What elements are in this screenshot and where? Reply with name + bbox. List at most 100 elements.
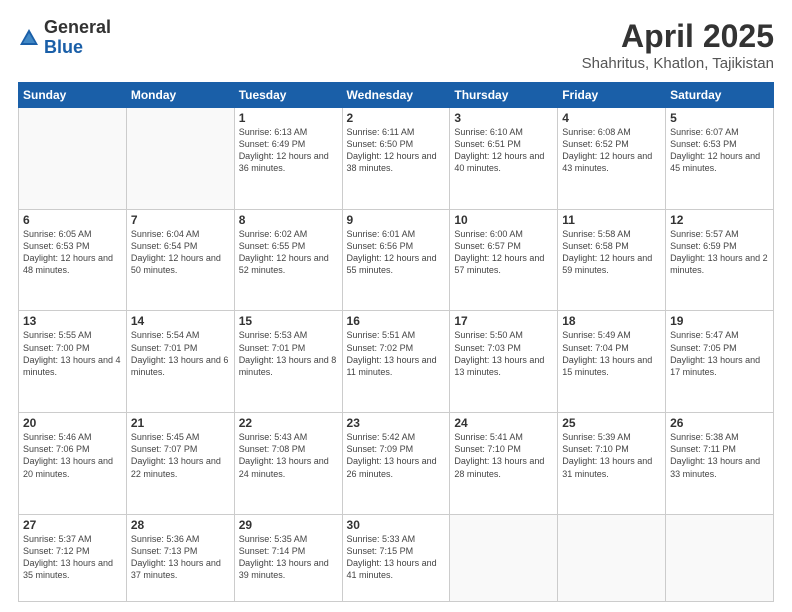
calendar-cell: 8Sunrise: 6:02 AM Sunset: 6:55 PM Daylig…	[234, 209, 342, 311]
day-number: 11	[562, 213, 661, 227]
week-row: 20Sunrise: 5:46 AM Sunset: 7:06 PM Dayli…	[19, 413, 774, 515]
day-info: Sunrise: 5:36 AM Sunset: 7:13 PM Dayligh…	[131, 533, 230, 582]
logo-text: General Blue	[44, 18, 111, 58]
calendar-cell: 4Sunrise: 6:08 AM Sunset: 6:52 PM Daylig…	[558, 108, 666, 210]
calendar-cell: 25Sunrise: 5:39 AM Sunset: 7:10 PM Dayli…	[558, 413, 666, 515]
day-number: 28	[131, 518, 230, 532]
calendar-cell	[450, 514, 558, 601]
day-number: 5	[670, 111, 769, 125]
weekday-header-row: SundayMondayTuesdayWednesdayThursdayFrid…	[19, 83, 774, 108]
page: General Blue April 2025 Shahritus, Khatl…	[0, 0, 792, 612]
calendar-cell: 7Sunrise: 6:04 AM Sunset: 6:54 PM Daylig…	[126, 209, 234, 311]
weekday-header: Friday	[558, 83, 666, 108]
day-number: 24	[454, 416, 553, 430]
calendar-cell: 16Sunrise: 5:51 AM Sunset: 7:02 PM Dayli…	[342, 311, 450, 413]
day-info: Sunrise: 5:47 AM Sunset: 7:05 PM Dayligh…	[670, 329, 769, 378]
day-info: Sunrise: 6:13 AM Sunset: 6:49 PM Dayligh…	[239, 126, 338, 175]
title-location: Shahritus, Khatlon, Tajikistan	[582, 55, 774, 72]
day-number: 10	[454, 213, 553, 227]
day-number: 20	[23, 416, 122, 430]
day-number: 13	[23, 314, 122, 328]
calendar-cell: 12Sunrise: 5:57 AM Sunset: 6:59 PM Dayli…	[666, 209, 774, 311]
calendar-cell: 1Sunrise: 6:13 AM Sunset: 6:49 PM Daylig…	[234, 108, 342, 210]
day-info: Sunrise: 5:45 AM Sunset: 7:07 PM Dayligh…	[131, 431, 230, 480]
calendar-cell: 22Sunrise: 5:43 AM Sunset: 7:08 PM Dayli…	[234, 413, 342, 515]
day-number: 21	[131, 416, 230, 430]
day-number: 27	[23, 518, 122, 532]
day-info: Sunrise: 5:35 AM Sunset: 7:14 PM Dayligh…	[239, 533, 338, 582]
day-number: 8	[239, 213, 338, 227]
day-number: 25	[562, 416, 661, 430]
day-number: 29	[239, 518, 338, 532]
day-info: Sunrise: 6:00 AM Sunset: 6:57 PM Dayligh…	[454, 228, 553, 277]
day-number: 3	[454, 111, 553, 125]
week-row: 1Sunrise: 6:13 AM Sunset: 6:49 PM Daylig…	[19, 108, 774, 210]
day-number: 17	[454, 314, 553, 328]
calendar-cell: 2Sunrise: 6:11 AM Sunset: 6:50 PM Daylig…	[342, 108, 450, 210]
calendar-cell: 26Sunrise: 5:38 AM Sunset: 7:11 PM Dayli…	[666, 413, 774, 515]
day-number: 4	[562, 111, 661, 125]
day-info: Sunrise: 6:05 AM Sunset: 6:53 PM Dayligh…	[23, 228, 122, 277]
day-info: Sunrise: 6:08 AM Sunset: 6:52 PM Dayligh…	[562, 126, 661, 175]
calendar-cell	[19, 108, 127, 210]
calendar-cell: 14Sunrise: 5:54 AM Sunset: 7:01 PM Dayli…	[126, 311, 234, 413]
day-number: 30	[347, 518, 446, 532]
day-number: 23	[347, 416, 446, 430]
day-info: Sunrise: 6:02 AM Sunset: 6:55 PM Dayligh…	[239, 228, 338, 277]
header: General Blue April 2025 Shahritus, Khatl…	[18, 18, 774, 72]
day-number: 19	[670, 314, 769, 328]
calendar-cell: 6Sunrise: 6:05 AM Sunset: 6:53 PM Daylig…	[19, 209, 127, 311]
calendar-cell: 23Sunrise: 5:42 AM Sunset: 7:09 PM Dayli…	[342, 413, 450, 515]
day-info: Sunrise: 5:53 AM Sunset: 7:01 PM Dayligh…	[239, 329, 338, 378]
calendar-cell: 20Sunrise: 5:46 AM Sunset: 7:06 PM Dayli…	[19, 413, 127, 515]
day-info: Sunrise: 5:39 AM Sunset: 7:10 PM Dayligh…	[562, 431, 661, 480]
day-info: Sunrise: 6:11 AM Sunset: 6:50 PM Dayligh…	[347, 126, 446, 175]
calendar-cell	[558, 514, 666, 601]
day-info: Sunrise: 5:38 AM Sunset: 7:11 PM Dayligh…	[670, 431, 769, 480]
week-row: 6Sunrise: 6:05 AM Sunset: 6:53 PM Daylig…	[19, 209, 774, 311]
day-info: Sunrise: 5:43 AM Sunset: 7:08 PM Dayligh…	[239, 431, 338, 480]
logo-icon	[18, 27, 40, 49]
day-info: Sunrise: 5:55 AM Sunset: 7:00 PM Dayligh…	[23, 329, 122, 378]
day-info: Sunrise: 5:33 AM Sunset: 7:15 PM Dayligh…	[347, 533, 446, 582]
weekday-header: Saturday	[666, 83, 774, 108]
day-info: Sunrise: 5:57 AM Sunset: 6:59 PM Dayligh…	[670, 228, 769, 277]
calendar-cell: 15Sunrise: 5:53 AM Sunset: 7:01 PM Dayli…	[234, 311, 342, 413]
title-month: April 2025	[582, 18, 774, 55]
logo-general: General	[44, 18, 111, 38]
calendar-cell: 9Sunrise: 6:01 AM Sunset: 6:56 PM Daylig…	[342, 209, 450, 311]
day-info: Sunrise: 5:41 AM Sunset: 7:10 PM Dayligh…	[454, 431, 553, 480]
day-info: Sunrise: 5:37 AM Sunset: 7:12 PM Dayligh…	[23, 533, 122, 582]
calendar-cell: 24Sunrise: 5:41 AM Sunset: 7:10 PM Dayli…	[450, 413, 558, 515]
day-info: Sunrise: 5:54 AM Sunset: 7:01 PM Dayligh…	[131, 329, 230, 378]
weekday-header: Monday	[126, 83, 234, 108]
logo-blue: Blue	[44, 38, 111, 58]
calendar-cell: 21Sunrise: 5:45 AM Sunset: 7:07 PM Dayli…	[126, 413, 234, 515]
weekday-header: Thursday	[450, 83, 558, 108]
calendar-cell: 11Sunrise: 5:58 AM Sunset: 6:58 PM Dayli…	[558, 209, 666, 311]
calendar-cell: 18Sunrise: 5:49 AM Sunset: 7:04 PM Dayli…	[558, 311, 666, 413]
day-info: Sunrise: 6:04 AM Sunset: 6:54 PM Dayligh…	[131, 228, 230, 277]
day-number: 26	[670, 416, 769, 430]
day-info: Sunrise: 6:10 AM Sunset: 6:51 PM Dayligh…	[454, 126, 553, 175]
day-number: 12	[670, 213, 769, 227]
calendar-cell: 5Sunrise: 6:07 AM Sunset: 6:53 PM Daylig…	[666, 108, 774, 210]
calendar-cell: 29Sunrise: 5:35 AM Sunset: 7:14 PM Dayli…	[234, 514, 342, 601]
logo: General Blue	[18, 18, 111, 58]
day-info: Sunrise: 6:07 AM Sunset: 6:53 PM Dayligh…	[670, 126, 769, 175]
day-number: 22	[239, 416, 338, 430]
day-number: 1	[239, 111, 338, 125]
day-number: 18	[562, 314, 661, 328]
calendar-cell: 27Sunrise: 5:37 AM Sunset: 7:12 PM Dayli…	[19, 514, 127, 601]
calendar-cell: 13Sunrise: 5:55 AM Sunset: 7:00 PM Dayli…	[19, 311, 127, 413]
calendar-cell: 3Sunrise: 6:10 AM Sunset: 6:51 PM Daylig…	[450, 108, 558, 210]
day-info: Sunrise: 6:01 AM Sunset: 6:56 PM Dayligh…	[347, 228, 446, 277]
calendar: SundayMondayTuesdayWednesdayThursdayFrid…	[18, 82, 774, 602]
day-info: Sunrise: 5:46 AM Sunset: 7:06 PM Dayligh…	[23, 431, 122, 480]
week-row: 13Sunrise: 5:55 AM Sunset: 7:00 PM Dayli…	[19, 311, 774, 413]
day-info: Sunrise: 5:50 AM Sunset: 7:03 PM Dayligh…	[454, 329, 553, 378]
weekday-header: Wednesday	[342, 83, 450, 108]
title-block: April 2025 Shahritus, Khatlon, Tajikista…	[582, 18, 774, 72]
calendar-cell	[126, 108, 234, 210]
calendar-cell: 19Sunrise: 5:47 AM Sunset: 7:05 PM Dayli…	[666, 311, 774, 413]
